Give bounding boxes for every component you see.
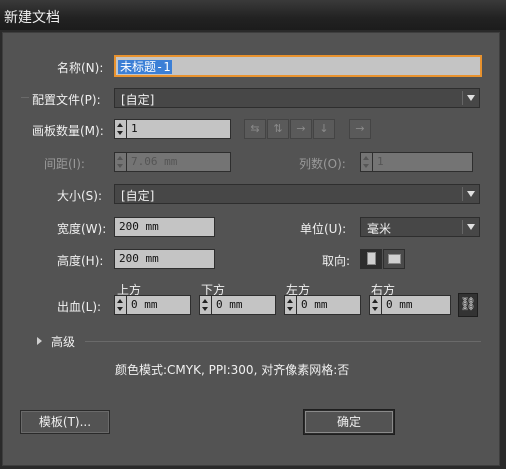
bleed-top-stepper[interactable]	[114, 295, 126, 315]
advanced-toggle[interactable]: 高级	[51, 333, 75, 350]
chevron-down-icon	[467, 191, 475, 197]
name-label: 名称(N):	[57, 61, 104, 75]
window-title: 新建文档	[4, 10, 60, 26]
height-label: 高度(H):	[57, 254, 104, 268]
portrait-page-icon	[366, 252, 376, 265]
name-value: 未标题-1	[118, 60, 173, 74]
bleed-top-input[interactable]: 0 mm	[126, 295, 191, 315]
units-value: 毫米	[367, 222, 392, 236]
right-to-left-icon[interactable]: →	[349, 119, 371, 139]
dropdown-separator	[462, 220, 463, 234]
bleed-right-input[interactable]: 0 mm	[381, 295, 451, 315]
landscape-orientation-button[interactable]	[383, 249, 405, 269]
advanced-divider	[85, 341, 481, 342]
link-icon[interactable]: ⛓	[458, 293, 478, 317]
grid-by-column-icon[interactable]: ⇅	[267, 119, 289, 139]
spacing-label: 间距(I):	[44, 157, 85, 171]
landscape-page-icon	[387, 254, 401, 264]
bleed-label: 出血(L):	[57, 300, 102, 314]
chevron-down-icon	[467, 95, 475, 101]
grid-by-row-icon[interactable]: ⇆	[244, 119, 266, 139]
title-bar: 新建文档	[0, 0, 506, 30]
width-label: 宽度(W):	[57, 222, 107, 236]
chevron-down-icon	[467, 224, 475, 230]
group-line	[21, 97, 29, 98]
size-select[interactable]: [自定]	[114, 184, 480, 204]
artboard-count-label: 画板数量(M):	[32, 124, 104, 138]
spacing-stepper[interactable]	[114, 152, 126, 172]
columns-label: 列数(O):	[299, 157, 346, 171]
advanced-summary: 颜色模式:CMYK, PPI:300, 对齐像素网格:否	[115, 363, 350, 377]
bleed-left-stepper[interactable]	[284, 295, 296, 315]
width-input[interactable]: 200 mm	[114, 217, 215, 237]
height-input[interactable]: 200 mm	[114, 249, 215, 269]
ok-button[interactable]: 确定	[304, 410, 394, 434]
spacing-input[interactable]: 7.06 mm	[126, 152, 231, 172]
dropdown-separator	[462, 91, 463, 105]
profile-select[interactable]: [自定]	[114, 88, 480, 108]
arrange-by-column-icon[interactable]: ↓	[313, 119, 335, 139]
bleed-bottom-stepper[interactable]	[199, 295, 211, 315]
columns-stepper[interactable]	[360, 152, 372, 172]
bleed-left-input[interactable]: 0 mm	[296, 295, 361, 315]
size-value: [自定]	[121, 189, 155, 203]
units-label: 单位(U):	[300, 222, 347, 236]
profile-label: 配置文件(P):	[32, 93, 101, 107]
profile-value: [自定]	[121, 93, 155, 107]
bleed-bottom-input[interactable]: 0 mm	[211, 295, 276, 315]
templates-button[interactable]: 模板(T)...	[20, 410, 110, 434]
orientation-label: 取向:	[322, 254, 351, 268]
arrange-by-row-icon[interactable]: →	[290, 119, 312, 139]
artboard-count-input[interactable]: 1	[126, 119, 231, 139]
portrait-orientation-button[interactable]	[360, 249, 382, 269]
bleed-right-stepper[interactable]	[369, 295, 381, 315]
dropdown-separator	[462, 187, 463, 201]
size-label: 大小(S):	[57, 189, 103, 203]
name-input[interactable]: 未标题-1	[114, 55, 482, 77]
dialog-body: 名称(N): 未标题-1 配置文件(P): [自定] 画板数量(M): 1 ⇆ …	[2, 32, 500, 466]
columns-input[interactable]: 1	[372, 152, 473, 172]
artboard-count-stepper[interactable]	[114, 119, 126, 139]
units-select[interactable]: 毫米	[360, 217, 480, 237]
disclosure-triangle-icon[interactable]	[37, 337, 42, 345]
